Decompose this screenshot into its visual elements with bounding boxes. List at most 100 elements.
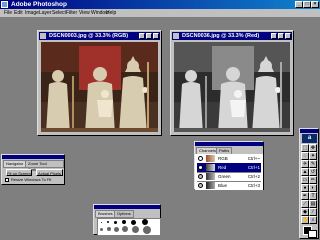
history-brush-tool-icon[interactable]: ↺ [309,168,317,176]
doc-maximize-button[interactable] [278,33,284,39]
paint-bucket-tool-icon[interactable]: ◆ [301,208,309,216]
brush-tip[interactable] [122,220,126,224]
channel-thumbnail [206,155,215,162]
app-titlebar: Adobe Photoshop _ □ × [0,0,320,9]
tab-brushes[interactable]: Brushes [95,210,116,218]
eyedropper-tool-icon[interactable]: ⁄ [309,208,317,216]
close-button[interactable]: × [311,1,319,8]
hand-tool-icon[interactable]: ✋ [301,216,309,224]
document-titlebar[interactable]: DSCN0003.jpg @ 33.3% (RGB) [39,32,160,40]
eye-icon[interactable] [198,156,203,161]
brush-tip[interactable] [143,226,151,234]
palette-titlebar[interactable] [94,205,160,209]
brushes-palette: Brushes Options [93,204,161,236]
tab-options[interactable]: Options [114,210,134,218]
doc-close-button[interactable] [153,33,159,39]
magic-wand-tool-icon[interactable]: ✦ [309,152,317,160]
doc-minimize-button[interactable] [271,33,277,39]
document-window-buttons [270,33,291,42]
document-window-buttons [138,33,159,42]
menu-bar: File Edit Image Layer Select Filter View… [0,9,320,18]
tab-navigator[interactable]: Navigator [3,160,27,168]
doc-maximize-button[interactable] [146,33,152,39]
menu-filter[interactable]: Filter [66,9,77,17]
dodge-tool-icon[interactable]: ◐ [309,184,317,192]
channel-name: Green [218,174,231,179]
airbrush-tool-icon[interactable]: ✈ [301,160,309,168]
eye-icon[interactable] [198,183,203,188]
maximize-button[interactable]: □ [303,1,311,8]
lasso-tool-icon[interactable]: ◌ [301,152,309,160]
brush-tip[interactable] [100,228,103,231]
brush-tip[interactable] [101,222,102,223]
brush-tip[interactable] [122,226,128,232]
brush-grid[interactable] [97,218,161,236]
channel-name: RGB [218,156,228,161]
adobe-logo: a [302,134,317,143]
channel-shortcut: Ctrl+~ [247,156,260,161]
brush-tip[interactable] [131,220,136,225]
brush-tip[interactable] [107,221,109,223]
zoom-tool-icon[interactable]: ⌕ [309,216,317,224]
navigator-palette: Navigator Zoom Tool Options Fit on Scree… [1,154,65,185]
channel-thumbnail [206,173,215,180]
palette-titlebar[interactable] [2,155,64,159]
document-titlebar[interactable]: DSCN0036.jpg @ 33.3% (Red) [172,32,292,40]
gradient-tool-icon[interactable]: ▤ [309,200,317,208]
rubber-stamp-tool-icon[interactable]: ▲ [301,168,309,176]
app-title: Adobe Photoshop [11,1,67,8]
document-icon [173,33,179,39]
channel-row-blue[interactable]: Blue Ctrl+3 [197,181,261,191]
menu-select[interactable]: Select [52,9,66,17]
background-color-swatch[interactable] [308,230,317,238]
statues-photo-gray [174,42,290,132]
document-window-color[interactable]: DSCN0003.jpg @ 33.3% (RGB) [37,30,162,136]
measure-tool-icon[interactable]: ⟋ [301,200,309,208]
resize-windows-label: Resize Windows To Fit [11,177,52,182]
toolbox-titlebar[interactable] [300,129,318,133]
palette-titlebar[interactable] [195,142,263,146]
menu-edit[interactable]: Edit [14,9,23,17]
actual-pixels-button[interactable]: Actual Pixels [36,169,63,176]
channel-shortcut: Ctrl+1 [247,165,260,170]
channel-shortcut: Ctrl+2 [247,174,260,179]
pencil-tool-icon[interactable]: ✏ [309,176,317,184]
brush-tip[interactable] [114,227,119,232]
channel-list: RGB Ctrl+~ Red Ctrl+1 Green Ctrl+2 Blue … [195,154,263,191]
channel-name: Blue [218,183,228,188]
image-canvas-color[interactable] [41,42,158,132]
channel-shortcut: Ctrl+3 [247,183,260,188]
move-tool-icon[interactable]: ✥ [309,144,317,152]
eraser-tool-icon[interactable]: ▭ [301,176,309,184]
doc-close-button[interactable] [285,33,291,39]
tab-zoom-tool-options[interactable]: Zoom Tool Options [25,160,64,172]
resize-windows-checkbox[interactable] [5,178,9,182]
brush-tip[interactable] [114,221,117,224]
menu-image[interactable]: Image [25,9,39,17]
toolbox: a ⬚ ✥ ◌ ✦ ✈ ✎ ▲ ↺ ▭ ✏ ● ◐ ✒ T ⟋ ▤ ◆ ⁄ ✋ … [299,128,319,239]
eye-icon[interactable] [198,174,203,179]
document-window-gray[interactable]: DSCN0036.jpg @ 33.3% (Red) [170,30,294,136]
menu-view[interactable]: View [79,9,90,17]
brush-tip[interactable] [132,226,139,233]
channel-thumbnail [206,182,215,189]
channel-name: Red [218,165,227,170]
pen-tool-icon[interactable]: ✒ [301,192,309,200]
blur-tool-icon[interactable]: ● [301,184,309,192]
fit-on-screen-button[interactable]: Fit on Screen [6,169,32,176]
photoshop-window: Adobe Photoshop _ □ × File Edit Image La… [0,0,320,240]
menu-file[interactable]: File [4,9,12,17]
menu-help[interactable]: Help [106,9,116,17]
doc-minimize-button[interactable] [139,33,145,39]
menu-layer[interactable]: Layer [39,9,52,17]
brush-tip[interactable] [142,219,148,225]
channels-palette: Channels Paths RGB Ctrl+~ Red Ctrl+1 Gre… [194,141,264,191]
statues-photo-color [41,42,158,132]
brush-tip[interactable] [107,227,111,231]
paintbrush-tool-icon[interactable]: ✎ [309,160,317,168]
type-tool-icon[interactable]: T [309,192,317,200]
minimize-button[interactable]: _ [295,1,303,8]
marquee-tool-icon[interactable]: ⬚ [301,144,309,152]
eye-icon[interactable] [198,165,203,170]
image-canvas-gray[interactable] [174,42,290,132]
